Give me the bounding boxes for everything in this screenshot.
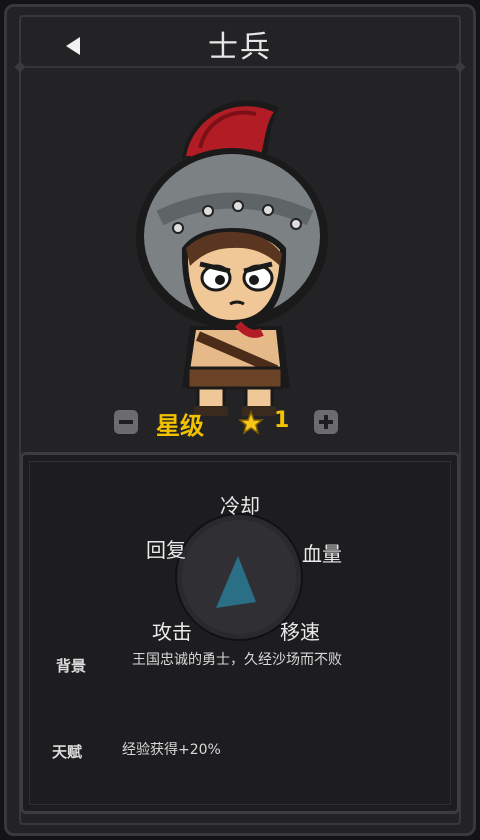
- star-icon: [238, 410, 264, 435]
- page-title: 士兵: [208, 30, 272, 65]
- talent-text: 经验获得+20%: [122, 742, 221, 758]
- star-level-label: 星级: [156, 412, 204, 440]
- background-label: 背景: [56, 657, 87, 675]
- minus-icon: [119, 420, 133, 424]
- background-text: 王国忠诚的勇士，久经沙场而不败: [132, 652, 342, 668]
- stat-speed: 移速: [280, 620, 320, 644]
- stat-attack: 攻击: [152, 620, 192, 644]
- stat-cooldown: 冷却: [220, 494, 260, 518]
- increase-star-button[interactable]: [314, 410, 338, 434]
- talent-label: 天赋: [52, 743, 83, 761]
- soldier-character-illustration: [136, 100, 328, 416]
- plus-icon: [319, 415, 333, 429]
- stat-health: 血量: [302, 542, 342, 566]
- header: 士兵: [0, 0, 480, 80]
- star-level-row: 星级 1: [0, 406, 480, 442]
- decrease-star-button[interactable]: [114, 410, 138, 434]
- stat-heal: 回复: [146, 538, 186, 562]
- title-divider: [20, 66, 460, 68]
- star-level-value: 1: [274, 408, 290, 433]
